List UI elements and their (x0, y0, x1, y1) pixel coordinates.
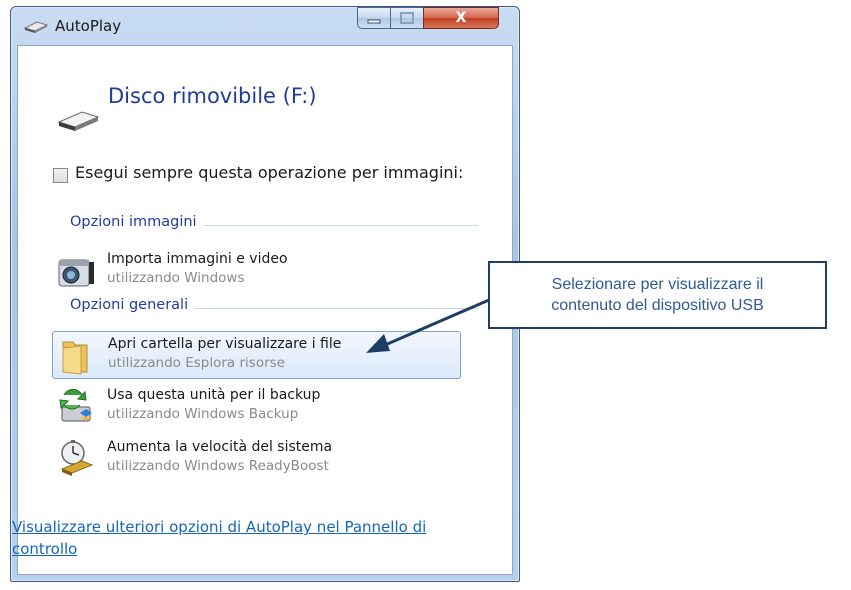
option-subtitle: utilizzando Windows Backup (107, 406, 299, 422)
option-readyboost[interactable]: Aumenta la velocità del sistema utilizza… (52, 435, 461, 483)
dialog-content: Disco rimovibile (F:) Esegui sempre ques… (12, 45, 513, 575)
callout-line-2: contenuto del dispositivo USB (551, 297, 764, 314)
window-title: AutoPlay (55, 17, 122, 35)
option-title: Importa immagini e video (107, 251, 288, 267)
camera-icon (58, 259, 94, 287)
option-title: Usa questa unità per il backup (107, 387, 321, 403)
control-panel-link[interactable]: Visualizzare ulteriori opzioni di AutoPl… (12, 516, 482, 560)
option-subtitle: utilizzando Windows (107, 270, 245, 286)
minimize-button[interactable] (357, 7, 391, 29)
option-subtitle: utilizzando Windows ReadyBoost (107, 458, 329, 474)
always-do-label[interactable]: Esegui sempre questa operazione per imma… (75, 163, 463, 182)
option-open-folder[interactable]: Apri cartella per visualizzare i file ut… (52, 331, 461, 379)
close-icon: X (455, 10, 467, 26)
readyboost-icon (60, 440, 94, 476)
group-heading-images: Opzioni immagini (70, 214, 203, 230)
minimize-icon (367, 19, 381, 24)
group-heading-general: Opzioni generali (70, 297, 195, 313)
backup-icon (59, 388, 92, 422)
folder-icon (62, 341, 88, 375)
callout-line-1: Selezionare per visualizzare il (551, 276, 764, 293)
option-subtitle: utilizzando Esplora risorse (108, 355, 285, 371)
maximize-icon (400, 12, 414, 24)
close-button[interactable]: X (423, 7, 499, 29)
option-backup[interactable]: Usa questa unità per il backup utilizzan… (52, 383, 461, 431)
annotation-callout: Selezionare per visualizzare il contenut… (488, 261, 827, 329)
option-title: Aumenta la velocità del sistema (107, 439, 333, 455)
drive-title-icon (23, 21, 49, 33)
removable-drive-icon (57, 111, 100, 131)
maximize-button[interactable] (390, 7, 424, 29)
option-import-pictures[interactable]: Importa immagini e video utilizzando Win… (52, 247, 461, 295)
device-name: Disco rimovibile (F:) (108, 84, 317, 108)
title-bar[interactable]: AutoPlay X (11, 7, 519, 45)
always-do-checkbox[interactable] (53, 168, 68, 183)
autoplay-window: AutoPlay X Disco rimovibile (F:) Esegui … (10, 6, 520, 582)
option-title: Apri cartella per visualizzare i file (108, 336, 342, 352)
